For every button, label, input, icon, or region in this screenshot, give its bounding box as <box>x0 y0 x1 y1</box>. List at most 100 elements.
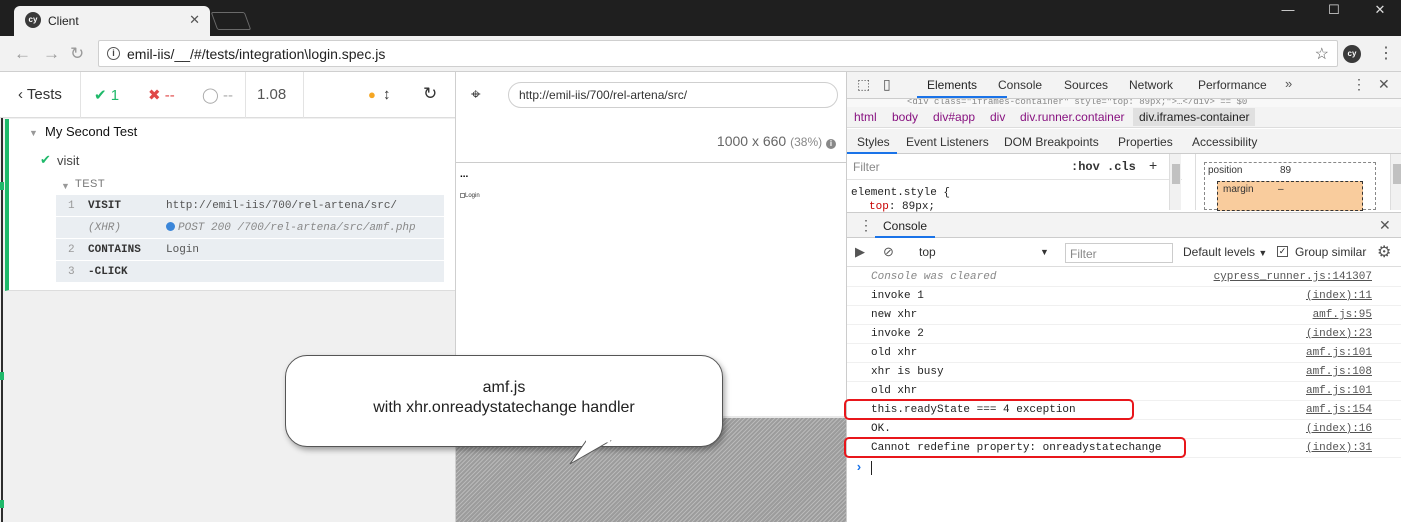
log-levels-select[interactable]: Default levels ▼ <box>1183 245 1267 259</box>
scrollbar-thumb[interactable] <box>1393 164 1401 184</box>
tab-sources[interactable]: Sources <box>1064 78 1108 92</box>
console-source-link[interactable]: amf.js:154 <box>1306 404 1372 416</box>
aut-login-element[interactable]: Login <box>460 193 480 199</box>
console-prompt[interactable]: › <box>847 458 1401 478</box>
box-margin-value[interactable]: – <box>1278 184 1284 195</box>
cls-toggle[interactable]: .cls <box>1107 160 1136 174</box>
viewport-info: 1000 x 660 (38%) i <box>717 133 836 149</box>
console-source-link[interactable]: amf.js:101 <box>1306 347 1372 359</box>
styles-scrollbar[interactable] <box>1169 154 1181 210</box>
console-source-link[interactable]: (index):16 <box>1306 423 1372 435</box>
site-info-icon[interactable]: i <box>107 47 120 60</box>
test-title[interactable]: visit <box>57 153 79 168</box>
auto-scroll-dot-icon[interactable]: ● <box>368 87 376 102</box>
console-source-link[interactable]: amf.js:95 <box>1313 309 1372 321</box>
address-url[interactable]: emil-iis/__/#/tests/integration\login.sp… <box>127 46 385 62</box>
clear-console-icon[interactable]: ⊘ <box>883 244 894 260</box>
subtab-dom-breakpoints[interactable]: DOM Breakpoints <box>1004 135 1099 149</box>
device-toolbar-icon[interactable]: ▯ <box>883 76 891 93</box>
close-devtools-icon[interactable]: ✕ <box>1378 76 1390 93</box>
bookmark-star-icon[interactable]: ☆ <box>1315 44 1329 64</box>
aut-url-field[interactable]: http://emil-iis/700/rel-artena/src/ <box>508 82 838 108</box>
breadcrumb-item[interactable]: html <box>854 110 877 124</box>
command-row[interactable]: 3 -CLICK <box>56 261 444 283</box>
new-style-rule-icon[interactable]: + <box>1149 157 1157 173</box>
styles-filter-input[interactable]: Filter <box>853 160 880 174</box>
back-arrow-icon[interactable]: ← <box>14 44 31 64</box>
suite-title[interactable]: My Second Test <box>45 124 137 139</box>
sidebar-toggle-icon[interactable]: ▶ <box>855 244 865 260</box>
close-drawer-icon[interactable]: ✕ <box>1379 217 1391 234</box>
tab-network[interactable]: Network <box>1129 78 1173 92</box>
dom-tree-line[interactable]: <div class="iframes-container" style="to… <box>847 99 1401 107</box>
console-source-link[interactable]: (index):11 <box>1306 290 1372 302</box>
browser-tab[interactable]: cy Client ✕ <box>14 6 210 36</box>
console-message-row[interactable]: this.readyState === 4 exception amf.js:15… <box>844 399 1401 420</box>
console-message-row[interactable]: new xhr amf.js:95 <box>847 306 1401 325</box>
console-filter-input[interactable]: Filter <box>1065 243 1173 263</box>
breadcrumb-item[interactable]: div#app <box>933 110 975 124</box>
console-source-link[interactable]: cypress_runner.js:141307 <box>1214 271 1372 283</box>
callout-line-2: with xhr.onreadystatechange handler <box>373 399 635 416</box>
command-name: CONTAINS <box>88 244 141 256</box>
dropdown-arrow-icon[interactable]: ▼ <box>1040 247 1049 257</box>
box-model-margin: margin – <box>1217 181 1363 211</box>
subtab-accessibility[interactable]: Accessibility <box>1192 135 1257 149</box>
auto-scroll-arrows-icon[interactable]: ↕ <box>383 86 391 103</box>
caret-down-icon[interactable]: ▼ <box>61 181 70 191</box>
command-row[interactable]: (XHR) POST 200 /700/rel-artena/src/amf.p… <box>56 217 444 239</box>
breadcrumb-item-selected[interactable]: div.iframes-container <box>1133 108 1256 126</box>
minimize-window-button[interactable]: — <box>1265 0 1311 22</box>
drawer-menu-icon[interactable]: ⋮ <box>859 217 873 234</box>
command-row[interactable]: 2 CONTAINS Login <box>56 239 444 261</box>
console-source-link[interactable]: amf.js:108 <box>1306 366 1372 378</box>
reload-icon[interactable]: ↻ <box>70 44 84 64</box>
subtab-properties[interactable]: Properties <box>1118 135 1173 149</box>
subtab-event-listeners[interactable]: Event Listeners <box>906 135 989 149</box>
console-message-row[interactable]: xhr is busy amf.js:108 <box>847 363 1401 382</box>
js-context-select[interactable]: top <box>919 245 1047 259</box>
devtools-menu-icon[interactable]: ⋮ <box>1352 76 1366 93</box>
scrollbar-thumb[interactable] <box>1172 164 1180 184</box>
console-message-row[interactable]: invoke 2 (index):23 <box>847 325 1401 344</box>
more-tabs-chevron-icon[interactable]: » <box>1285 76 1292 91</box>
console-message-row[interactable]: old xhr amf.js:101 <box>847 344 1401 363</box>
maximize-window-button[interactable]: ☐ <box>1311 0 1357 22</box>
console-source-link[interactable]: (index):23 <box>1306 328 1372 340</box>
breadcrumb-item[interactable]: div <box>990 110 1005 124</box>
subtab-styles[interactable]: Styles <box>857 135 890 149</box>
box-model-scrollbar[interactable] <box>1390 154 1401 210</box>
close-window-button[interactable]: ✕ <box>1357 0 1401 22</box>
element-style-rule[interactable]: element.style { top: 89px; <box>851 186 950 214</box>
console-message-row[interactable]: invoke 1 (index):11 <box>847 287 1401 306</box>
viewport-info-icon[interactable]: i <box>826 139 836 149</box>
hov-toggle[interactable]: :hov <box>1071 160 1100 174</box>
tests-back-button[interactable]: ‹ Tests <box>18 86 62 103</box>
tab-performance[interactable]: Performance <box>1198 78 1267 92</box>
address-bar[interactable]: i emil-iis/__/#/tests/integration\login.… <box>98 40 1338 67</box>
console-settings-gear-icon[interactable]: ⚙ <box>1377 242 1391 262</box>
drawer-tab-console[interactable]: Console <box>883 219 927 233</box>
caret-down-icon[interactable]: ▼ <box>29 128 38 138</box>
tab-console[interactable]: Console <box>998 78 1042 92</box>
forward-arrow-icon[interactable]: → <box>43 44 60 64</box>
breadcrumb-item[interactable]: body <box>892 110 918 124</box>
group-similar-checkbox[interactable]: ✓ <box>1277 246 1288 257</box>
breadcrumb-item[interactable]: div.runner.container <box>1020 110 1125 124</box>
console-message-row[interactable]: Console was cleared cypress_runner.js:141… <box>847 268 1401 287</box>
console-message-row[interactable]: Cannot redefine property: onreadystatech… <box>844 437 1401 458</box>
pending-count-value: -- <box>222 87 233 104</box>
browser-menu-icon[interactable]: ⋮ <box>1378 43 1394 63</box>
cypress-extension-icon[interactable]: cy <box>1343 45 1361 63</box>
new-tab-button[interactable] <box>210 12 252 30</box>
tab-elements[interactable]: Elements <box>927 78 977 92</box>
aut-header: ⌖ http://emil-iis/700/rel-artena/src/ 10… <box>456 72 846 162</box>
selector-playground-crosshair-icon[interactable]: ⌖ <box>471 85 481 105</box>
command-row[interactable]: 1 VISIT http://emil-iis/700/rel-artena/s… <box>56 195 444 217</box>
console-source-link[interactable]: (index):31 <box>1306 442 1372 454</box>
rerun-icon[interactable]: ↻ <box>423 84 437 104</box>
inspect-element-icon[interactable]: ⬚ <box>857 76 870 93</box>
close-tab-icon[interactable]: ✕ <box>189 12 200 28</box>
box-position-value[interactable]: 89 <box>1280 165 1291 176</box>
console-source-link[interactable]: amf.js:101 <box>1306 385 1372 397</box>
